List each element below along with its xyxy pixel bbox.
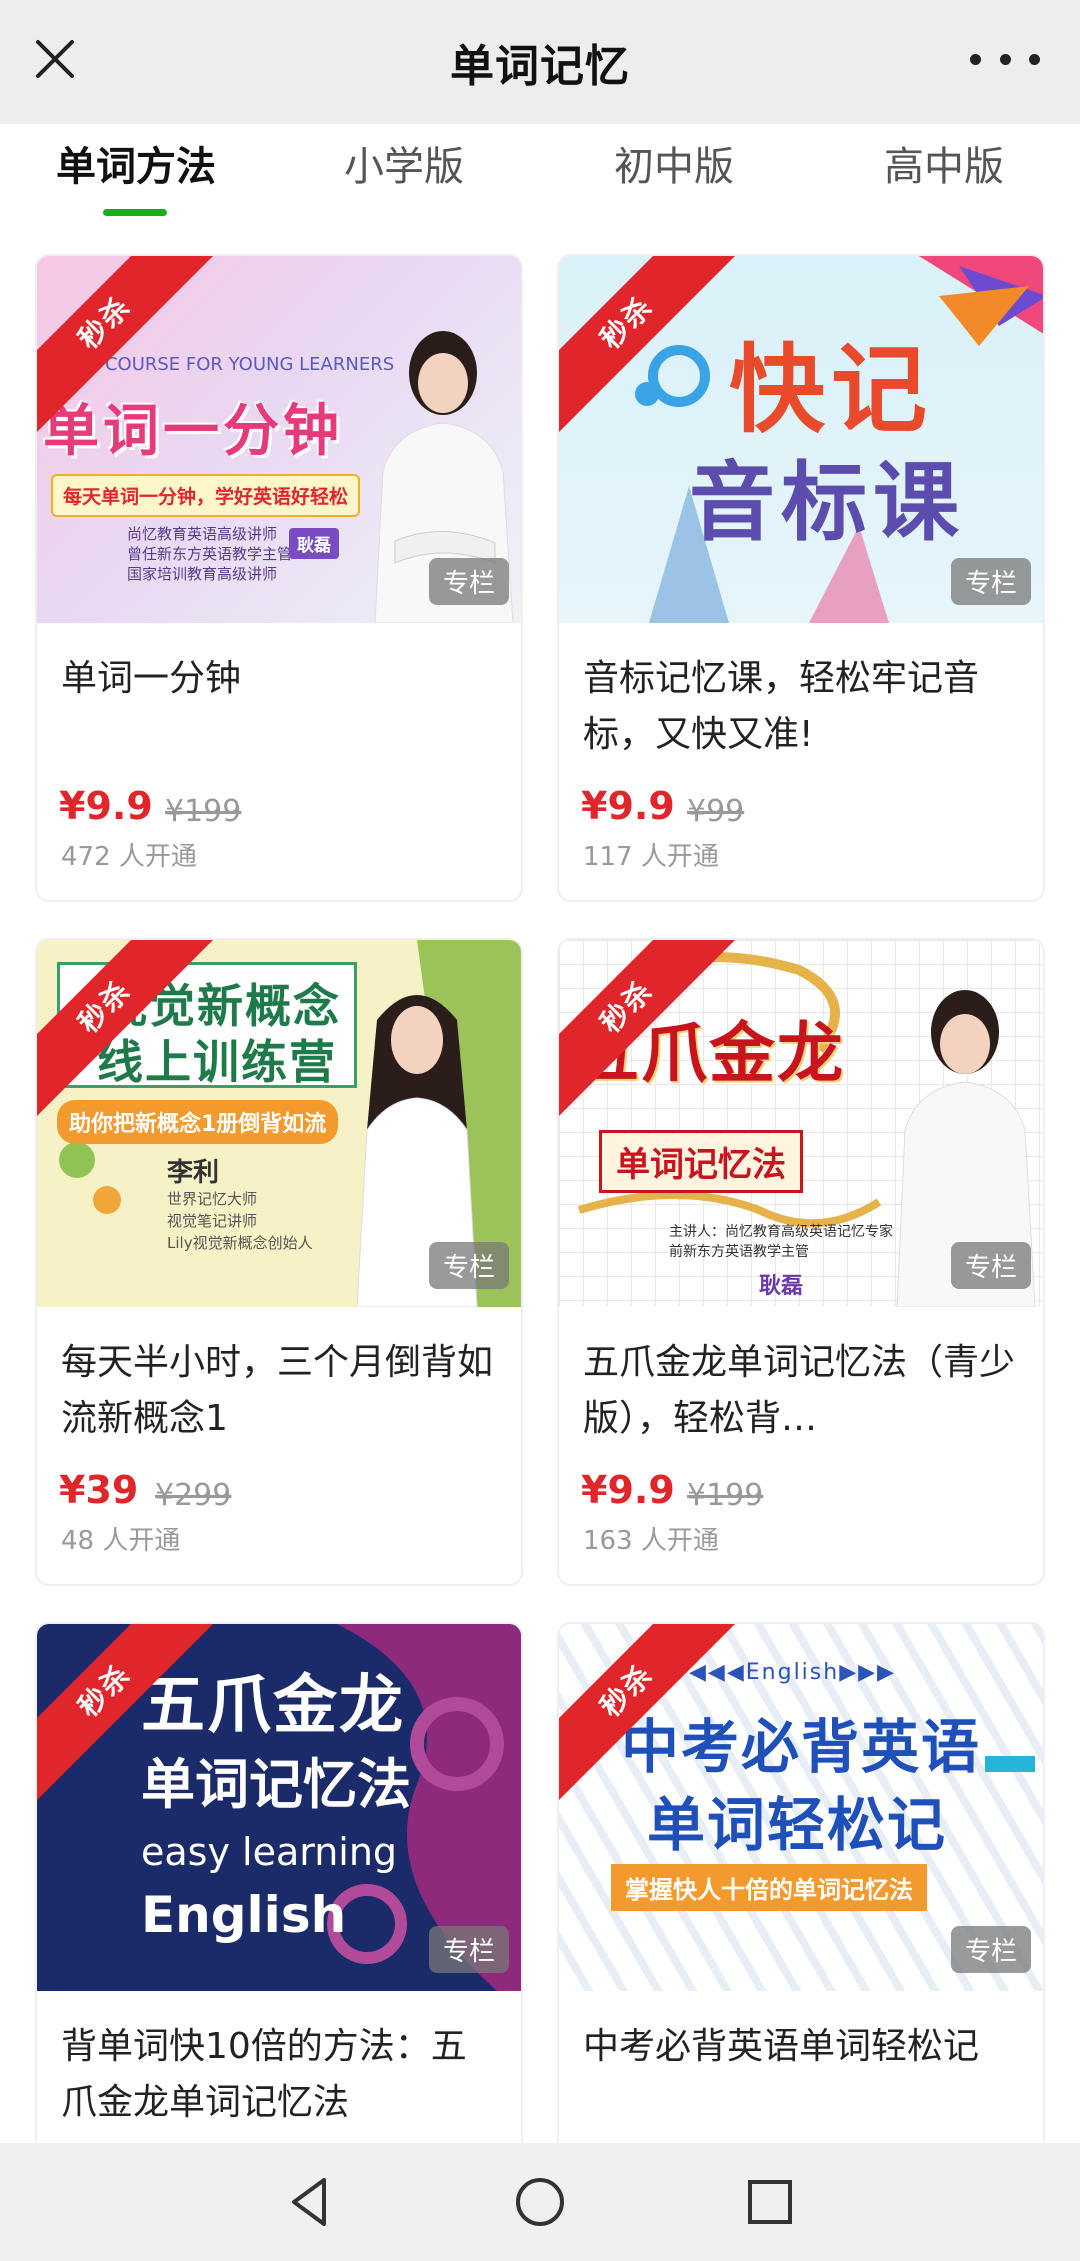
thumb-tagline: 掌握快人十倍的单词记忆法 [611, 1864, 927, 1911]
original-price: ¥199 [687, 1478, 764, 1513]
home-icon[interactable] [495, 2157, 585, 2247]
original-price: ¥199 [165, 794, 242, 829]
product-card[interactable]: GLISH COURSE FOR YOUNG LEARNERS 单词一分钟 每天… [35, 254, 523, 902]
thumb-en-2: English [141, 1886, 347, 1944]
thumb-headline: 单词一分钟 [43, 399, 343, 464]
thumb-headline-2: 单词记忆法 [141, 1753, 411, 1816]
original-price: ¥99 [687, 794, 745, 829]
active-tab-indicator [103, 209, 167, 216]
original-price: ¥299 [155, 1478, 232, 1513]
thumb-headline-1: 中考必背英语 [621, 1713, 982, 1781]
title-bar: 单词记忆 [0, 0, 1080, 124]
product-card[interactable]: 五爪金龙 单词记忆法 主讲人：尚忆教育高级英语记忆专家 前新东方英语教学主管 耿… [557, 938, 1045, 1586]
product-grid: GLISH COURSE FOR YOUNG LEARNERS 单词一分钟 每天… [35, 254, 1045, 2144]
thumb-en-1: easy learning [141, 1830, 398, 1874]
thumb-top-tag: ◀◀◀English▶▶▶ [689, 1660, 896, 1685]
system-nav-bar [0, 2143, 1080, 2261]
product-price: ¥39 [59, 1468, 139, 1512]
thumb-headline-1: 五爪金龙 [141, 1669, 405, 1743]
column-badge: 专栏 [950, 558, 1031, 605]
product-price: ¥9.9 [581, 784, 675, 828]
tab-senior[interactable]: 高中版 [884, 134, 1004, 192]
column-badge: 专栏 [428, 1926, 509, 1973]
thumb-tagline: 每天单词一分钟，学好英语好轻松 [51, 474, 361, 517]
product-card[interactable]: 快记 音标课 秒杀 专栏 音标记忆课，轻松牢记音标，又快又准! ¥9.9 ¥99… [557, 254, 1045, 902]
thumb-name-tag: 耿磊 [289, 528, 339, 559]
subscriber-count: 472 人开通 [61, 842, 197, 872]
product-title: 五爪金龙单词记忆法（青少版），轻松背… [583, 1342, 1016, 1439]
product-card[interactable]: ◀◀◀English▶▶▶ 中考必背英语 单词轻松记 掌握快人十倍的单词记忆法 … [557, 1622, 1045, 2144]
thumb-name-tag: 耿磊 [759, 1274, 804, 1299]
product-title: 背单词快10倍的方法：五爪金龙单词记忆法 [61, 2026, 467, 2123]
thumb-headline-2: 线上训练营 [97, 1035, 337, 1089]
tab-primary[interactable]: 小学版 [344, 134, 464, 192]
subscriber-count: 48 人开通 [61, 1526, 181, 1556]
thumb-info: 尚忆教育英语高级讲师 曾任新东方英语教学主管 国家培训教育高级讲师 [127, 525, 293, 583]
category-tabs: 单词方法 小学版 初中版 高中版 [0, 124, 1080, 224]
product-card[interactable]: 五爪金龙 单词记忆法 easy learning English 秒杀 专栏 背… [35, 1622, 523, 2144]
product-title: 单词一分钟 [61, 658, 242, 699]
back-icon[interactable] [265, 2157, 355, 2247]
tab-junior[interactable]: 初中版 [614, 134, 734, 192]
product-thumbnail: 五爪金龙 单词记忆法 主讲人：尚忆教育高级英语记忆专家 前新东方英语教学主管 耿… [559, 940, 1043, 1307]
thumb-info: 主讲人：尚忆教育高级英语记忆专家 前新东方英语教学主管 [669, 1224, 893, 1260]
subscriber-count: 163 人开通 [583, 1526, 719, 1556]
product-thumbnail: 五爪金龙 单词记忆法 easy learning English 秒杀 专栏 [37, 1624, 521, 1991]
product-thumbnail: 快记 音标课 秒杀 专栏 [559, 256, 1043, 623]
product-price: ¥9.9 [581, 1468, 675, 1512]
product-price: ¥9.9 [59, 784, 153, 828]
more-icon[interactable] [970, 46, 1040, 72]
column-badge: 专栏 [950, 1926, 1031, 1973]
page-title: 单词记忆 [450, 41, 630, 92]
column-badge: 专栏 [950, 1242, 1031, 1289]
column-badge: 专栏 [428, 1242, 509, 1289]
product-thumbnail: GLISH COURSE FOR YOUNG LEARNERS 单词一分钟 每天… [37, 256, 521, 623]
thumb-name: 李利 [167, 1158, 220, 1188]
product-thumbnail: 视觉新概念 线上训练营 助你把新概念1册倒背如流 李利 世界记忆大师 视觉笔记讲… [37, 940, 521, 1307]
thumb-info: 世界记忆大师 视觉笔记讲师 Lily视觉新概念创始人 [167, 1190, 313, 1252]
product-title: 音标记忆课，轻松牢记音标，又快又准! [583, 658, 980, 755]
thumb-headline-2: 单词轻松记 [647, 1791, 948, 1859]
thumb-headline-2: 音标课 [689, 453, 965, 553]
product-title: 每天半小时，三个月倒背如流新概念1 [61, 1342, 494, 1439]
tab-word-method[interactable]: 单词方法 [56, 134, 216, 192]
recents-icon[interactable] [725, 2157, 815, 2247]
thumb-tagline: 助你把新概念1册倒背如流 [57, 1100, 339, 1144]
product-title: 中考必背英语单词轻松记 [583, 2026, 980, 2067]
column-badge: 专栏 [428, 558, 509, 605]
product-thumbnail: ◀◀◀English▶▶▶ 中考必背英语 单词轻松记 掌握快人十倍的单词记忆法 … [559, 1624, 1043, 1991]
thumb-subhead: 单词记忆法 [599, 1130, 803, 1193]
product-card[interactable]: 视觉新概念 线上训练营 助你把新概念1册倒背如流 李利 世界记忆大师 视觉笔记讲… [35, 938, 523, 1586]
subscriber-count: 117 人开通 [583, 842, 719, 872]
thumb-headline-1: 快记 [729, 334, 933, 446]
